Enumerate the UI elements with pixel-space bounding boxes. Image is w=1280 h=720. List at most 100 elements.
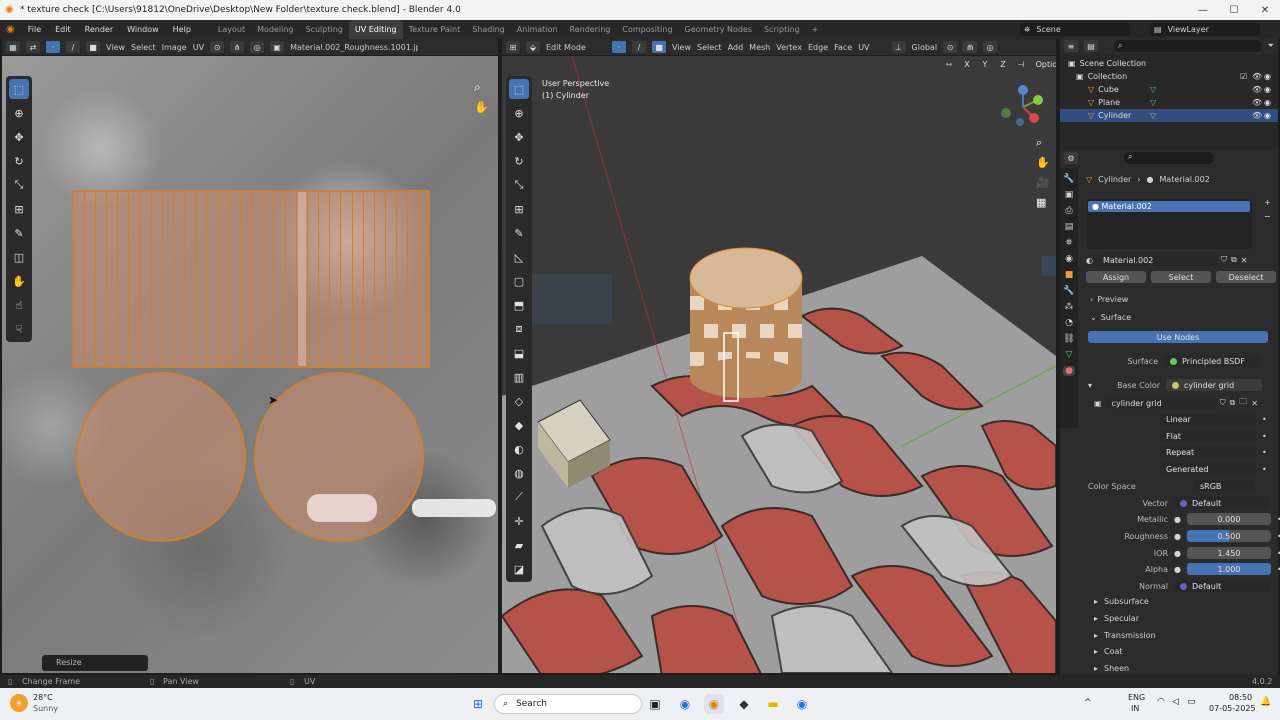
outliner-item-collection[interactable]: ▣ Collection ☑ 👁 ◉ [1060, 70, 1278, 83]
close-button[interactable]: ✕ [1250, 0, 1280, 20]
surface-shader-field[interactable]: Principled BSDF [1164, 355, 1260, 367]
filter-icon[interactable]: ⏷ [1268, 41, 1274, 51]
alpha-slider[interactable]: 1.000 [1186, 563, 1271, 575]
vp-annotate-icon[interactable]: ✎ [509, 223, 529, 243]
relax-icon[interactable]: ☝ [9, 295, 29, 315]
extrude-icon[interactable]: ⬒ [509, 295, 529, 315]
menu-render[interactable]: Render [78, 25, 120, 34]
clock-time[interactable]: 08:50 [1229, 693, 1252, 702]
add-slot-icon[interactable]: + [1264, 198, 1271, 207]
rotate-icon[interactable]: ↻ [9, 151, 29, 171]
blender-menu-icon[interactable]: ◉ [0, 24, 21, 35]
axis-x-toggle[interactable]: X [960, 58, 974, 70]
3d-viewport[interactable]: ⬚ ⊕ ✥ ↻ ⤡ ⊞ ✎ ◺ ▢ ⬒ ⧈ ⬓ ▥ ◇ ◆ ◐ ◍ ⟋ ✛ ▰ … [502, 56, 1056, 673]
pivot-point-icon[interactable]: ⊙ [943, 41, 958, 53]
subpanel-transmission[interactable]: ▸ Transmission [1094, 631, 1156, 640]
outliner-item-scene-collection[interactable]: ▣ Scene Collection [1060, 57, 1278, 70]
eye-icon[interactable]: 👁 [1252, 72, 1262, 81]
tray-chevron-up-icon[interactable]: ^ [1084, 698, 1092, 708]
inset-icon[interactable]: ⧈ [509, 319, 529, 339]
grab-icon[interactable]: ✋ [9, 271, 29, 291]
poly-build-icon[interactable]: ◆ [509, 415, 529, 435]
surface-panel[interactable]: ⌄ Surface [1090, 313, 1131, 322]
properties-type-icon[interactable]: ⚙ [1064, 152, 1078, 164]
vp-cursor-icon[interactable]: ⊕ [509, 103, 529, 123]
vp-add-cube-icon[interactable]: ▢ [509, 271, 529, 291]
image-browse-icon[interactable]: ▣ [1094, 399, 1102, 408]
metallic-slider[interactable]: 0.000 [1186, 513, 1271, 525]
outliner-item-cube[interactable]: ▽ Cube ▽ 👁 ◉ [1060, 83, 1278, 96]
menu-help[interactable]: Help [166, 25, 198, 34]
shear-icon[interactable]: ▰ [509, 535, 529, 555]
physics-tab-icon[interactable]: ◔ [1065, 318, 1073, 328]
edge-slide-icon[interactable]: ⟋ [509, 487, 529, 507]
display-mode-icon[interactable]: ▤ [1084, 40, 1098, 52]
shrink-icon[interactable]: ✛ [509, 511, 529, 531]
wifi-icon[interactable]: ◠ [1157, 697, 1165, 707]
zoom-icon[interactable]: ⌕ [474, 80, 481, 95]
assign-button[interactable]: Assign [1086, 271, 1146, 283]
tab-geometry-nodes[interactable]: Geometry Nodes [679, 20, 758, 39]
subpanel-specular[interactable]: ▸ Specular [1094, 614, 1139, 623]
tab-animation[interactable]: Animation [511, 20, 564, 39]
particles-tab-icon[interactable]: ⁂ [1065, 302, 1074, 312]
view-layer-tab-icon[interactable]: ▤ [1065, 222, 1074, 232]
view-layer-selector[interactable]: ViewLayer [1168, 25, 1209, 34]
eye-icon[interactable]: 👁 [1252, 98, 1262, 107]
bevel-icon[interactable]: ⬓ [509, 343, 529, 363]
annotate-icon[interactable]: ✎ [9, 223, 29, 243]
tab-texture-paint[interactable]: Texture Paint [403, 20, 467, 39]
vp-menu-add[interactable]: Add [728, 43, 744, 52]
pinch-icon[interactable]: ☟ [9, 319, 29, 339]
extension-dropdown[interactable]: Repeat [1160, 446, 1256, 458]
ior-field[interactable]: 1.450 [1186, 547, 1271, 559]
face-mode-icon[interactable]: ■ [652, 41, 666, 53]
normal-field[interactable]: Default [1174, 580, 1270, 592]
uv-menu-uv[interactable]: UV [193, 43, 204, 52]
material-tab-icon[interactable]: ● [1063, 366, 1075, 376]
tab-compositing[interactable]: Compositing [616, 20, 678, 39]
camera-render-icon[interactable]: ◉ [1264, 85, 1271, 94]
world-tab-icon[interactable]: ◉ [1065, 254, 1073, 264]
color-space-dropdown[interactable]: sRGB [1194, 480, 1254, 492]
select-box-icon[interactable]: ⬚ [9, 79, 29, 99]
output-tab-icon[interactable]: ⎙ [1065, 206, 1072, 216]
mirror-icon[interactable]: ⇿ [942, 58, 956, 70]
rip-region-icon[interactable]: ◪ [509, 559, 529, 579]
options-menu[interactable]: Options [1032, 58, 1056, 70]
edge-mode-icon[interactable]: / [632, 41, 646, 53]
snap-magnet-icon[interactable]: ⋒ [963, 41, 978, 53]
image-browse-icon[interactable]: ▣ [270, 41, 285, 53]
render-tab-icon[interactable]: ▣ [1065, 190, 1074, 200]
pivot-icon[interactable]: ⊙ [210, 41, 225, 53]
vp-menu-vertex[interactable]: Vertex [776, 43, 802, 52]
image-name-field[interactable]: Material.002_Roughness.1001.jpg [290, 43, 418, 52]
snap-icon[interactable]: ⋔ [230, 41, 245, 53]
vp-move-icon[interactable]: ✥ [509, 127, 529, 147]
vp-zoom-icon[interactable]: ⌕ [1036, 136, 1042, 150]
subpanel-coat[interactable]: ▸ Coat [1094, 647, 1123, 656]
uv-island-cylinder-side[interactable] [72, 190, 430, 368]
battery-icon[interactable]: ▭ [1187, 697, 1196, 707]
knife-icon[interactable]: ◇ [509, 391, 529, 411]
object-tab-icon[interactable]: ■ [1065, 270, 1074, 280]
spin-icon[interactable]: ◐ [509, 439, 529, 459]
unlink-icon[interactable]: ✕ [1251, 399, 1258, 408]
editor-type-3d-icon[interactable]: ⊞ [506, 41, 520, 53]
axis-z-toggle[interactable]: Z [996, 58, 1010, 70]
eye-icon[interactable]: 👁 [1252, 111, 1262, 120]
vp-measure-icon[interactable]: ◺ [509, 247, 529, 267]
uv-editor-canvas[interactable]: ➤ ⬚ ⊕ ✥ ↻ ⤡ ⊞ ✎ ◫ ✋ ☝ ☟ ⌕ ✋ Resize [2, 56, 498, 673]
vertex-mode-icon[interactable]: · [612, 41, 626, 53]
vp-menu-select[interactable]: Select [697, 43, 722, 52]
select-button[interactable]: Select [1151, 271, 1211, 283]
scale-icon[interactable]: ⤡ [9, 175, 29, 195]
smooth-icon[interactable]: ◍ [509, 463, 529, 483]
proportional-edit-icon[interactable]: ◎ [983, 41, 998, 53]
edge-select-icon[interactable]: / [66, 41, 80, 53]
fake-user-icon[interactable]: ⛉ [1221, 255, 1227, 265]
chrome-icon[interactable]: ◉ [675, 694, 695, 714]
loop-cut-icon[interactable]: ▥ [509, 367, 529, 387]
editor-type-icon[interactable]: ▦ [6, 41, 20, 53]
app-icon[interactable]: ◆ [734, 694, 754, 714]
